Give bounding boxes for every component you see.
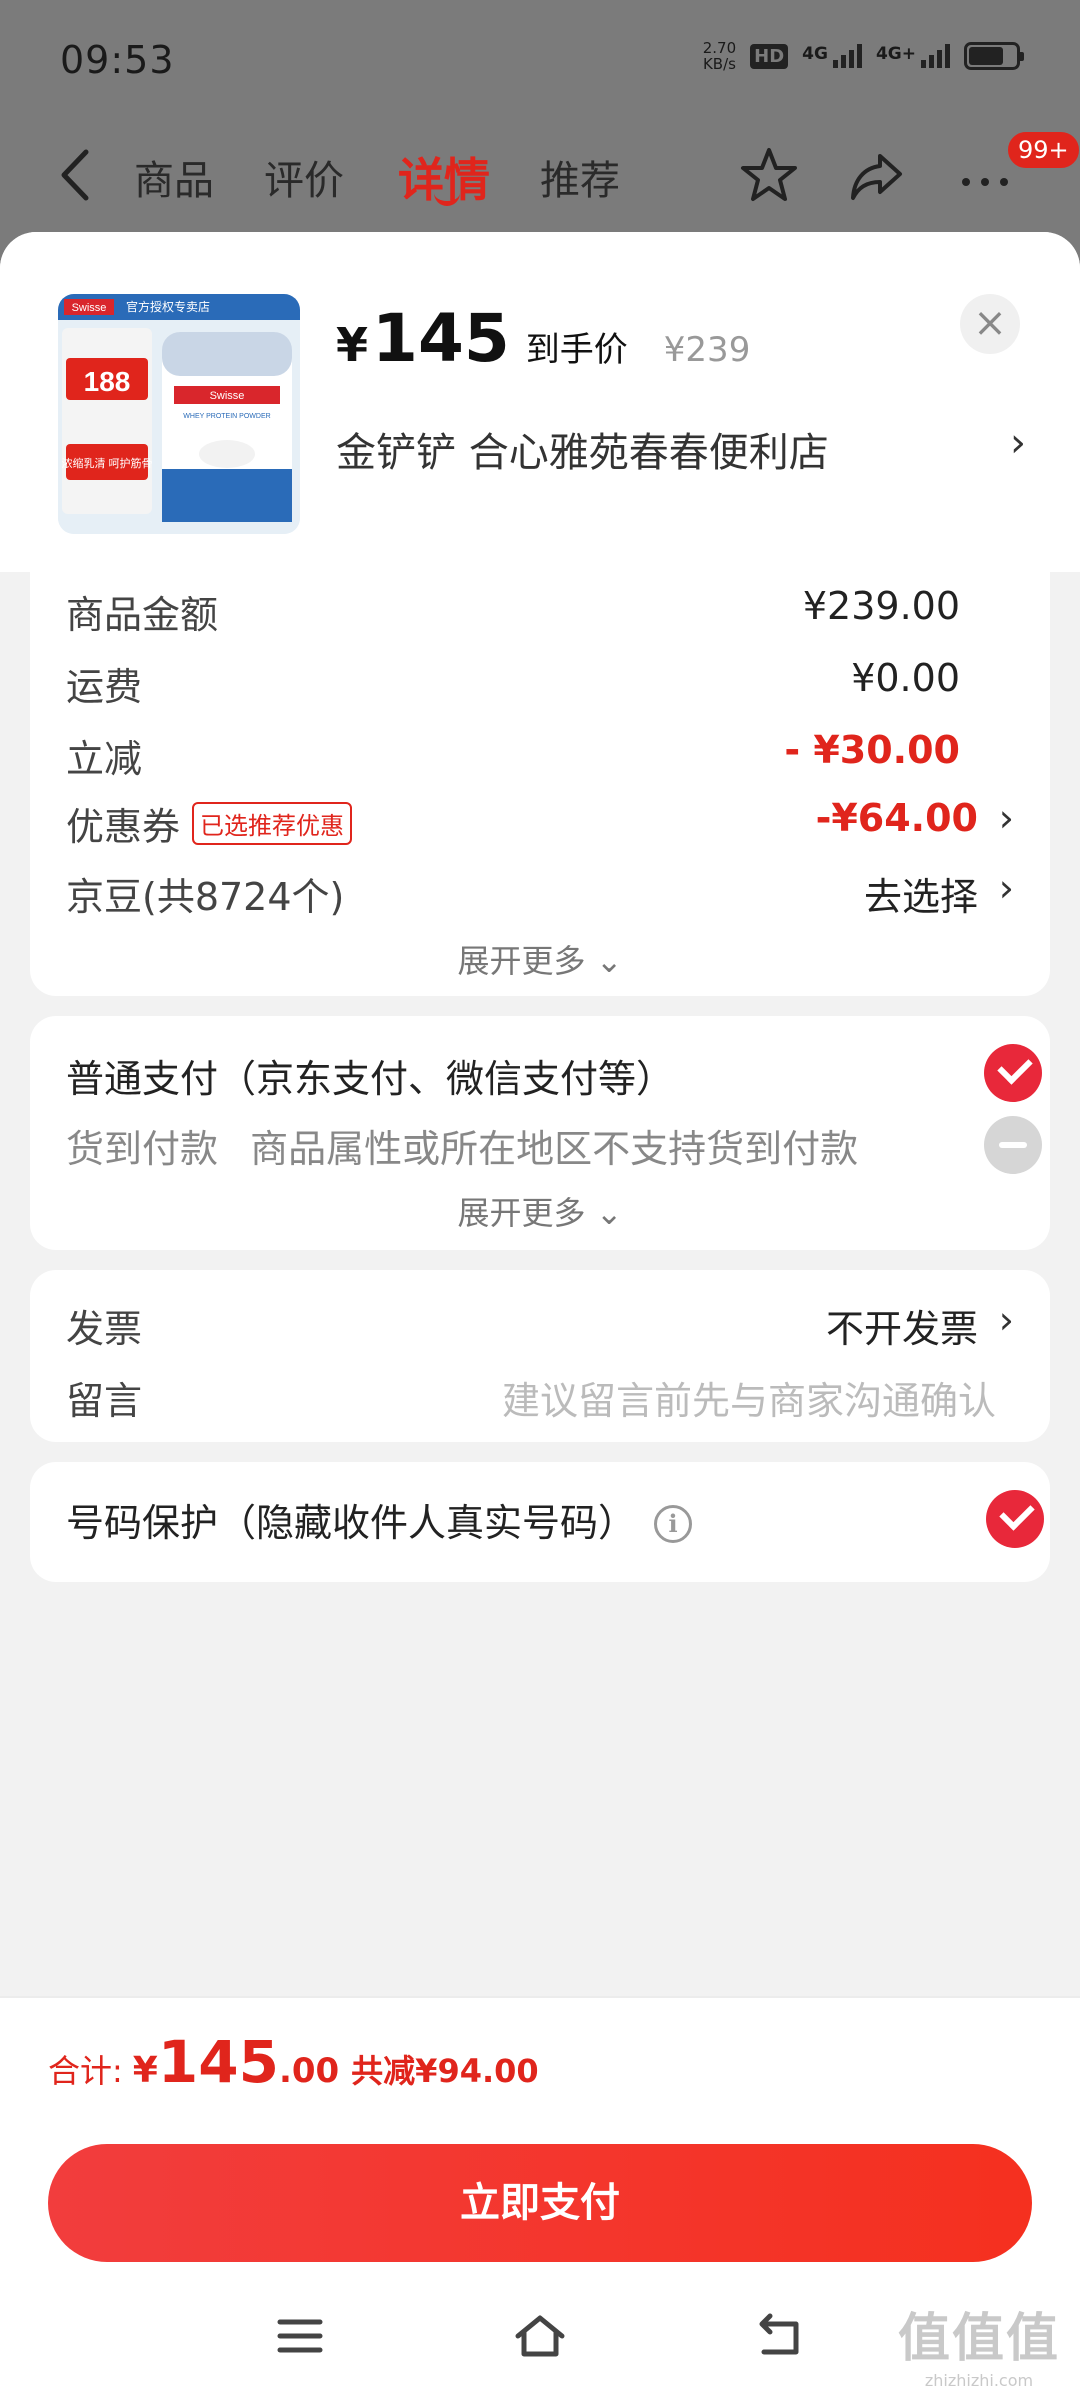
svg-text:Swisse: Swisse [210,390,245,402]
coupon-label: 优惠券 [66,805,181,849]
invoice-row[interactable]: 发票 不开发票 › [66,1298,1014,1353]
status-icons: 2.70 KB/s HD 4G 4G+ [702,39,1024,73]
message-input[interactable]: 建议留言前先与商家沟通确认 [502,1370,996,1425]
item-amount-row: 商品金额 ¥239.00 [66,584,960,637]
discount-row: 立减 - ¥30.00 [66,728,1014,783]
watermark: 值值值 zhizhizhi.com [897,2309,1060,2390]
total-amount: 145 [157,2028,279,2096]
total-decimals: .00 [278,2051,340,2091]
star-icon[interactable] [736,142,802,208]
shipping-value: ¥0.00 [851,656,960,700]
payment-option-note: 商品属性或所在地区不支持货到付款 [250,1127,859,1171]
coupon-tag: 已选推荐优惠 [192,802,353,845]
final-price-label: 到手价 [525,330,628,370]
store-name: 金铲铲 合心雅苑春春便利店 [336,430,829,476]
status-time: 09:53 [60,38,175,82]
privacy-card: 号码保护（隐藏收件人真实号码） i [30,1462,1050,1582]
tab-product[interactable]: 商品 [134,148,214,206]
tab-recommend[interactable]: 推荐 [540,148,620,206]
product-header: Swisse 官方授权专卖店 188 浓缩乳清 呵护筋骨 Swisse WHEY… [0,232,1080,572]
invoice-value: 不开发票 [825,1307,978,1351]
menu-icon[interactable] [270,2306,330,2366]
privacy-label: 号码保护（隐藏收件人真实号码） [66,1501,637,1545]
payment-option-normal[interactable]: 普通支付（京东支付、微信支付等） [66,1048,1014,1103]
chevron-down-icon: ⌄ [585,942,623,980]
top-nav: 商品 评价 详情 推荐 99+ [0,120,1080,230]
chevron-down-icon: ⌄ [585,1194,623,1232]
back-nav-icon[interactable] [750,2306,810,2366]
share-icon[interactable] [844,142,910,208]
price-row: ¥ 145 到手价 ¥239 [336,300,750,377]
tab-reviews[interactable]: 评价 [264,148,344,206]
discount-label: 立减 [66,737,143,781]
notification-badge: 99+ [1006,130,1080,170]
shipping-row: 运费 ¥0.00 [66,656,1014,711]
chevron-right-icon: › [998,796,1014,840]
shipping-label: 运费 [66,665,143,709]
close-button[interactable]: × [960,294,1020,354]
divider [0,1996,1080,1998]
svg-text:官方授权专卖店: 官方授权专卖店 [126,299,210,314]
svg-text:WHEY PROTEIN POWDER: WHEY PROTEIN POWDER [183,413,270,420]
privacy-toggle-check-icon[interactable] [986,1490,1044,1548]
pay-now-button[interactable]: 立即支付 [48,2144,1032,2262]
total-saved: 共减¥94.00 [351,2052,539,2090]
svg-text:Swisse: Swisse [72,302,107,314]
message-label: 留言 [66,1379,143,1423]
chevron-right-icon: › [998,866,1014,910]
discount-value: - ¥30.00 [784,728,960,772]
close-icon: × [973,300,1007,346]
payment-option-label: 普通支付（京东支付、微信支付等） [66,1057,675,1101]
chevron-right-icon: › [1010,420,1026,466]
final-price: 145 [372,300,510,377]
total-row: 合计: ¥ 145 .00 共减¥94.00 [48,2028,539,2096]
battery-icon [964,42,1024,70]
invoice-card: 发票 不开发票 › 留言 建议留言前先与商家沟通确认 [30,1270,1050,1442]
jingdou-row[interactable]: 京豆(共8724个) 去选择 › [66,866,1014,921]
back-icon[interactable] [52,140,102,210]
disabled-option-icon [984,1116,1042,1174]
total-label: 合计: [48,2052,123,2090]
chevron-right-icon: › [998,1298,1014,1342]
payment-option-cod: 货到付款 商品属性或所在地区不支持货到付款 [66,1118,1014,1173]
svg-text:浓缩乳清 呵护筋骨: 浓缩乳清 呵护筋骨 [61,456,152,470]
store-row[interactable]: 金铲铲 合心雅苑春春便利店 › [336,420,1026,478]
info-icon[interactable]: i [654,1505,693,1543]
net-speed: 2.70 KB/s [702,39,737,73]
payment-option-label: 货到付款 [66,1127,219,1171]
home-icon[interactable] [510,2306,570,2366]
currency-symbol: ¥ [336,318,369,372]
coupon-value: -¥64.00 [815,796,978,840]
jingdou-label: 京豆(共8724个) [66,875,345,919]
svg-text:188: 188 [84,366,131,397]
price-summary-card: 商品金额 ¥239.00 运费 ¥0.00 立减 - ¥30.00 优惠券 已选推… [30,532,1050,996]
status-bar: 09:53 2.70 KB/s HD 4G 4G+ [0,0,1080,120]
coupon-row[interactable]: 优惠券 已选推荐优惠 -¥64.00 › [66,796,1014,851]
payment-card: 普通支付（京东支付、微信支付等） 货到付款 商品属性或所在地区不支持货到付款 展… [30,1016,1050,1250]
jingdou-value: 去选择 [863,875,978,919]
expand-more-button[interactable]: 展开更多 ⌄ [30,936,1050,982]
privacy-row: 号码保护（隐藏收件人真实号码） i [66,1492,1014,1547]
expand-more-button[interactable]: 展开更多 ⌄ [30,1188,1050,1234]
invoice-label: 发票 [66,1307,143,1351]
signal-icon: 4G [802,44,862,68]
original-price: ¥239 [663,330,751,370]
product-image: Swisse 官方授权专卖店 188 浓缩乳清 呵护筋骨 Swisse WHEY… [58,294,300,534]
selected-check-icon[interactable] [984,1044,1042,1102]
message-row[interactable]: 留言 建议留言前先与商家沟通确认 [66,1370,1014,1425]
hd-icon: HD [750,43,789,69]
total-currency: ¥ [132,2050,158,2091]
signal-icon: 4G+ [876,44,950,68]
